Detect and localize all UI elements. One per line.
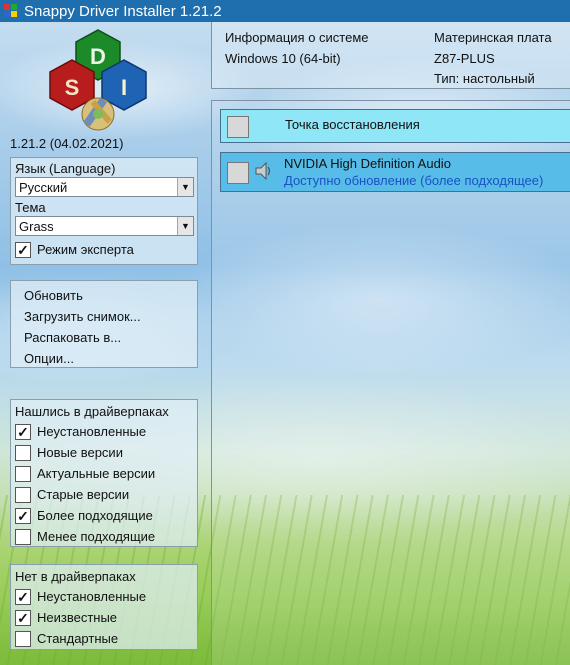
- app-icon: [4, 4, 18, 18]
- filter-option[interactable]: Старые версии: [15, 484, 193, 505]
- restore-point-label: Точка восстановления: [285, 117, 420, 132]
- checkbox-unchecked[interactable]: [15, 465, 31, 482]
- system-info-header: Информация о системе: [225, 30, 369, 45]
- os-label: Windows 10 (64-bit): [225, 51, 341, 66]
- filter-option-label: Менее подходящие: [37, 529, 156, 544]
- filter-option[interactable]: Новые версии: [15, 442, 193, 463]
- filter-option[interactable]: ✓ Неустановленные: [15, 586, 193, 607]
- missing-filters-title: Нет в драйверпаках: [15, 569, 136, 584]
- driver-row[interactable]: NVIDIA High Definition Audio Доступно об…: [220, 152, 570, 192]
- version-label: 1.21.2 (04.02.2021): [10, 136, 124, 151]
- options-action[interactable]: Опции...: [24, 348, 184, 369]
- machine-type: Тип: настольный: [434, 71, 535, 86]
- filter-option-label: Неустановленные: [37, 589, 147, 604]
- theme-value: Grass: [19, 218, 54, 234]
- filter-option-label: Более подходящие: [37, 508, 153, 523]
- restore-point-checkbox[interactable]: [227, 116, 249, 138]
- filter-option-label: Новые версии: [37, 445, 123, 460]
- language-label: Язык (Language): [15, 161, 116, 176]
- driver-status[interactable]: Доступно обновление (более подходящее): [284, 173, 543, 188]
- checkbox-checked[interactable]: ✓: [15, 588, 31, 605]
- actions-panel: Обновить Загрузить снимок... Распаковать…: [10, 280, 198, 368]
- settings-panel: Язык (Language) Русский ▼ Тема Grass ▼ ✓…: [10, 157, 198, 265]
- filter-option[interactable]: ✓ Неустановленные: [15, 421, 193, 442]
- checkbox-unchecked[interactable]: [15, 528, 31, 545]
- filter-option-label: Неизвестные: [37, 610, 118, 625]
- filter-option[interactable]: ✓ Более подходящие: [15, 505, 193, 526]
- chevron-down-icon[interactable]: ▼: [177, 178, 193, 196]
- logo-letter-s: S: [65, 75, 80, 100]
- logo-letter-i: I: [121, 75, 127, 100]
- checkbox-checked[interactable]: ✓: [15, 609, 31, 626]
- restore-point-row[interactable]: Точка восстановления: [220, 109, 570, 143]
- driver-checkbox[interactable]: [227, 162, 249, 184]
- filter-option-label: Актуальные версии: [37, 466, 156, 481]
- language-select[interactable]: Русский ▼: [15, 177, 194, 197]
- speaker-icon: [255, 161, 271, 181]
- sdi-logo: D S I: [49, 29, 147, 131]
- chevron-down-icon[interactable]: ▼: [177, 217, 193, 235]
- system-info-panel: Информация о системе Windows 10 (64-bit)…: [211, 22, 570, 89]
- expert-mode-toggle[interactable]: ✓ Режим эксперта: [15, 239, 193, 260]
- logo-letter-d: D: [90, 44, 106, 69]
- language-value: Русский: [19, 179, 68, 195]
- checkbox-checked[interactable]: ✓: [15, 507, 31, 524]
- filter-option[interactable]: Актуальные версии: [15, 463, 193, 484]
- motherboard-header: Материнская плата: [434, 30, 552, 45]
- found-filters-title: Нашлись в драйверпаках: [15, 404, 169, 419]
- refresh-action[interactable]: Обновить: [24, 285, 184, 306]
- window-title: Snappy Driver Installer 1.21.2: [24, 2, 222, 20]
- filter-option-label: Старые версии: [37, 487, 130, 502]
- theme-label: Тема: [15, 200, 46, 215]
- theme-select[interactable]: Grass ▼: [15, 216, 194, 236]
- checkbox-unchecked[interactable]: [15, 444, 31, 461]
- title-bar[interactable]: Snappy Driver Installer 1.21.2: [0, 0, 570, 22]
- filter-option-label: Стандартные: [37, 631, 119, 646]
- driver-name: NVIDIA High Definition Audio: [284, 156, 451, 171]
- expert-mode-label: Режим эксперта: [37, 242, 134, 257]
- load-snapshot-action[interactable]: Загрузить снимок...: [24, 306, 184, 327]
- filter-option-label: Неустановленные: [37, 424, 147, 439]
- filter-option[interactable]: Стандартные: [15, 628, 193, 649]
- checkbox-unchecked[interactable]: [15, 630, 31, 647]
- checkbox-checked[interactable]: ✓: [15, 423, 31, 440]
- motherboard-model: Z87-PLUS: [434, 51, 495, 66]
- checkbox-unchecked[interactable]: [15, 486, 31, 503]
- missing-filters-panel: Нет в драйверпаках ✓ Неустановленные ✓ Неиз…: [10, 564, 198, 650]
- found-filters-panel: Нашлись в драйверпаках ✓ Неустановленные Н…: [10, 399, 198, 547]
- checkbox-checked[interactable]: ✓: [15, 241, 31, 258]
- filter-option[interactable]: Менее подходящие: [15, 526, 193, 547]
- extract-to-action[interactable]: Распаковать в...: [24, 327, 184, 348]
- filter-option[interactable]: ✓ Неизвестные: [15, 607, 193, 628]
- driver-list: Точка восстановления NVIDIA High Definit…: [211, 100, 570, 665]
